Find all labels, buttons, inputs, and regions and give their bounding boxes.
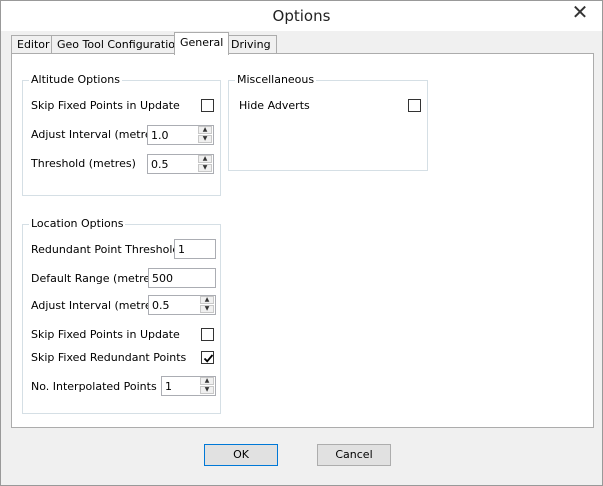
spinner: ▲ ▼: [197, 155, 213, 173]
altitude-threshold-label: Threshold (metres): [31, 157, 136, 170]
miscellaneous-title: Miscellaneous: [235, 73, 317, 86]
location-skip-fixed-label: Skip Fixed Points in Update: [31, 328, 180, 341]
cancel-button[interactable]: Cancel: [317, 444, 391, 466]
spinner: ▲ ▼: [199, 296, 215, 314]
options-window: Options ✕ Editor Geo Tool Configuration …: [0, 0, 603, 486]
skip-redundant-label: Skip Fixed Redundant Points: [31, 351, 187, 364]
skip-redundant-checkbox[interactable]: [201, 351, 214, 364]
spin-up-icon[interactable]: ▲: [198, 126, 212, 134]
location-adjust-interval-label: Adjust Interval (metres): [31, 299, 162, 312]
spin-up-icon[interactable]: ▲: [200, 296, 214, 304]
tab-strip: Editor Geo Tool Configuration General Dr…: [11, 32, 601, 55]
spin-down-icon[interactable]: ▼: [198, 135, 212, 143]
altitude-adjust-interval-label: Adjust Interval (metres): [31, 128, 162, 141]
default-range-field[interactable]: 500: [148, 268, 216, 288]
close-icon[interactable]: ✕: [566, 1, 594, 25]
altitude-adjust-interval-stepper[interactable]: 1.0 ▲ ▼: [147, 125, 214, 145]
location-adjust-interval-value: 0.5: [152, 299, 170, 312]
spinner: ▲ ▼: [197, 126, 213, 144]
spin-up-icon[interactable]: ▲: [198, 155, 212, 163]
altitude-skip-fixed-checkbox[interactable]: [201, 99, 214, 112]
tab-driving[interactable]: Driving: [225, 35, 277, 54]
hide-adverts-label: Hide Adverts: [239, 99, 310, 112]
redundant-threshold-field[interactable]: 1: [174, 239, 216, 259]
altitude-options-group: Altitude Options Skip Fixed Points in Up…: [22, 73, 221, 196]
tab-geo-tool-configuration[interactable]: Geo Tool Configuration: [51, 35, 188, 54]
location-skip-fixed-checkbox[interactable]: [201, 328, 214, 341]
checkmark-icon: [203, 354, 214, 363]
interpolated-points-label: No. Interpolated Points: [31, 380, 157, 393]
miscellaneous-group: Miscellaneous Hide Adverts: [228, 73, 428, 171]
interpolated-points-value: 1: [165, 380, 172, 393]
location-options-group: Location Options Redundant Point Thresho…: [22, 217, 221, 414]
window-title: Options: [272, 7, 331, 25]
spin-down-icon[interactable]: ▼: [200, 305, 214, 313]
redundant-threshold-label: Redundant Point Threshold: [31, 243, 180, 256]
location-adjust-interval-stepper[interactable]: 0.5 ▲ ▼: [148, 295, 216, 315]
spinner: ▲ ▼: [199, 377, 215, 395]
spin-down-icon[interactable]: ▼: [200, 386, 214, 394]
altitude-options-title: Altitude Options: [29, 73, 122, 86]
hide-adverts-checkbox[interactable]: [408, 99, 421, 112]
default-range-value: 500: [152, 272, 173, 285]
spin-down-icon[interactable]: ▼: [198, 164, 212, 172]
altitude-skip-fixed-label: Skip Fixed Points in Update: [31, 99, 180, 112]
tab-editor[interactable]: Editor: [11, 35, 56, 54]
tab-general[interactable]: General: [174, 32, 230, 55]
interpolated-points-stepper[interactable]: 1 ▲ ▼: [161, 376, 216, 396]
altitude-threshold-value: 0.5: [151, 158, 169, 171]
title-bar: Options ✕: [1, 1, 602, 31]
redundant-threshold-value: 1: [178, 243, 185, 256]
spin-up-icon[interactable]: ▲: [200, 377, 214, 385]
location-options-title: Location Options: [29, 217, 126, 230]
altitude-threshold-stepper[interactable]: 0.5 ▲ ▼: [147, 154, 214, 174]
default-range-label: Default Range (metres): [31, 272, 161, 285]
altitude-adjust-interval-value: 1.0: [151, 129, 169, 142]
ok-button[interactable]: OK: [204, 444, 278, 466]
general-tab-panel: Altitude Options Skip Fixed Points in Up…: [11, 53, 594, 428]
